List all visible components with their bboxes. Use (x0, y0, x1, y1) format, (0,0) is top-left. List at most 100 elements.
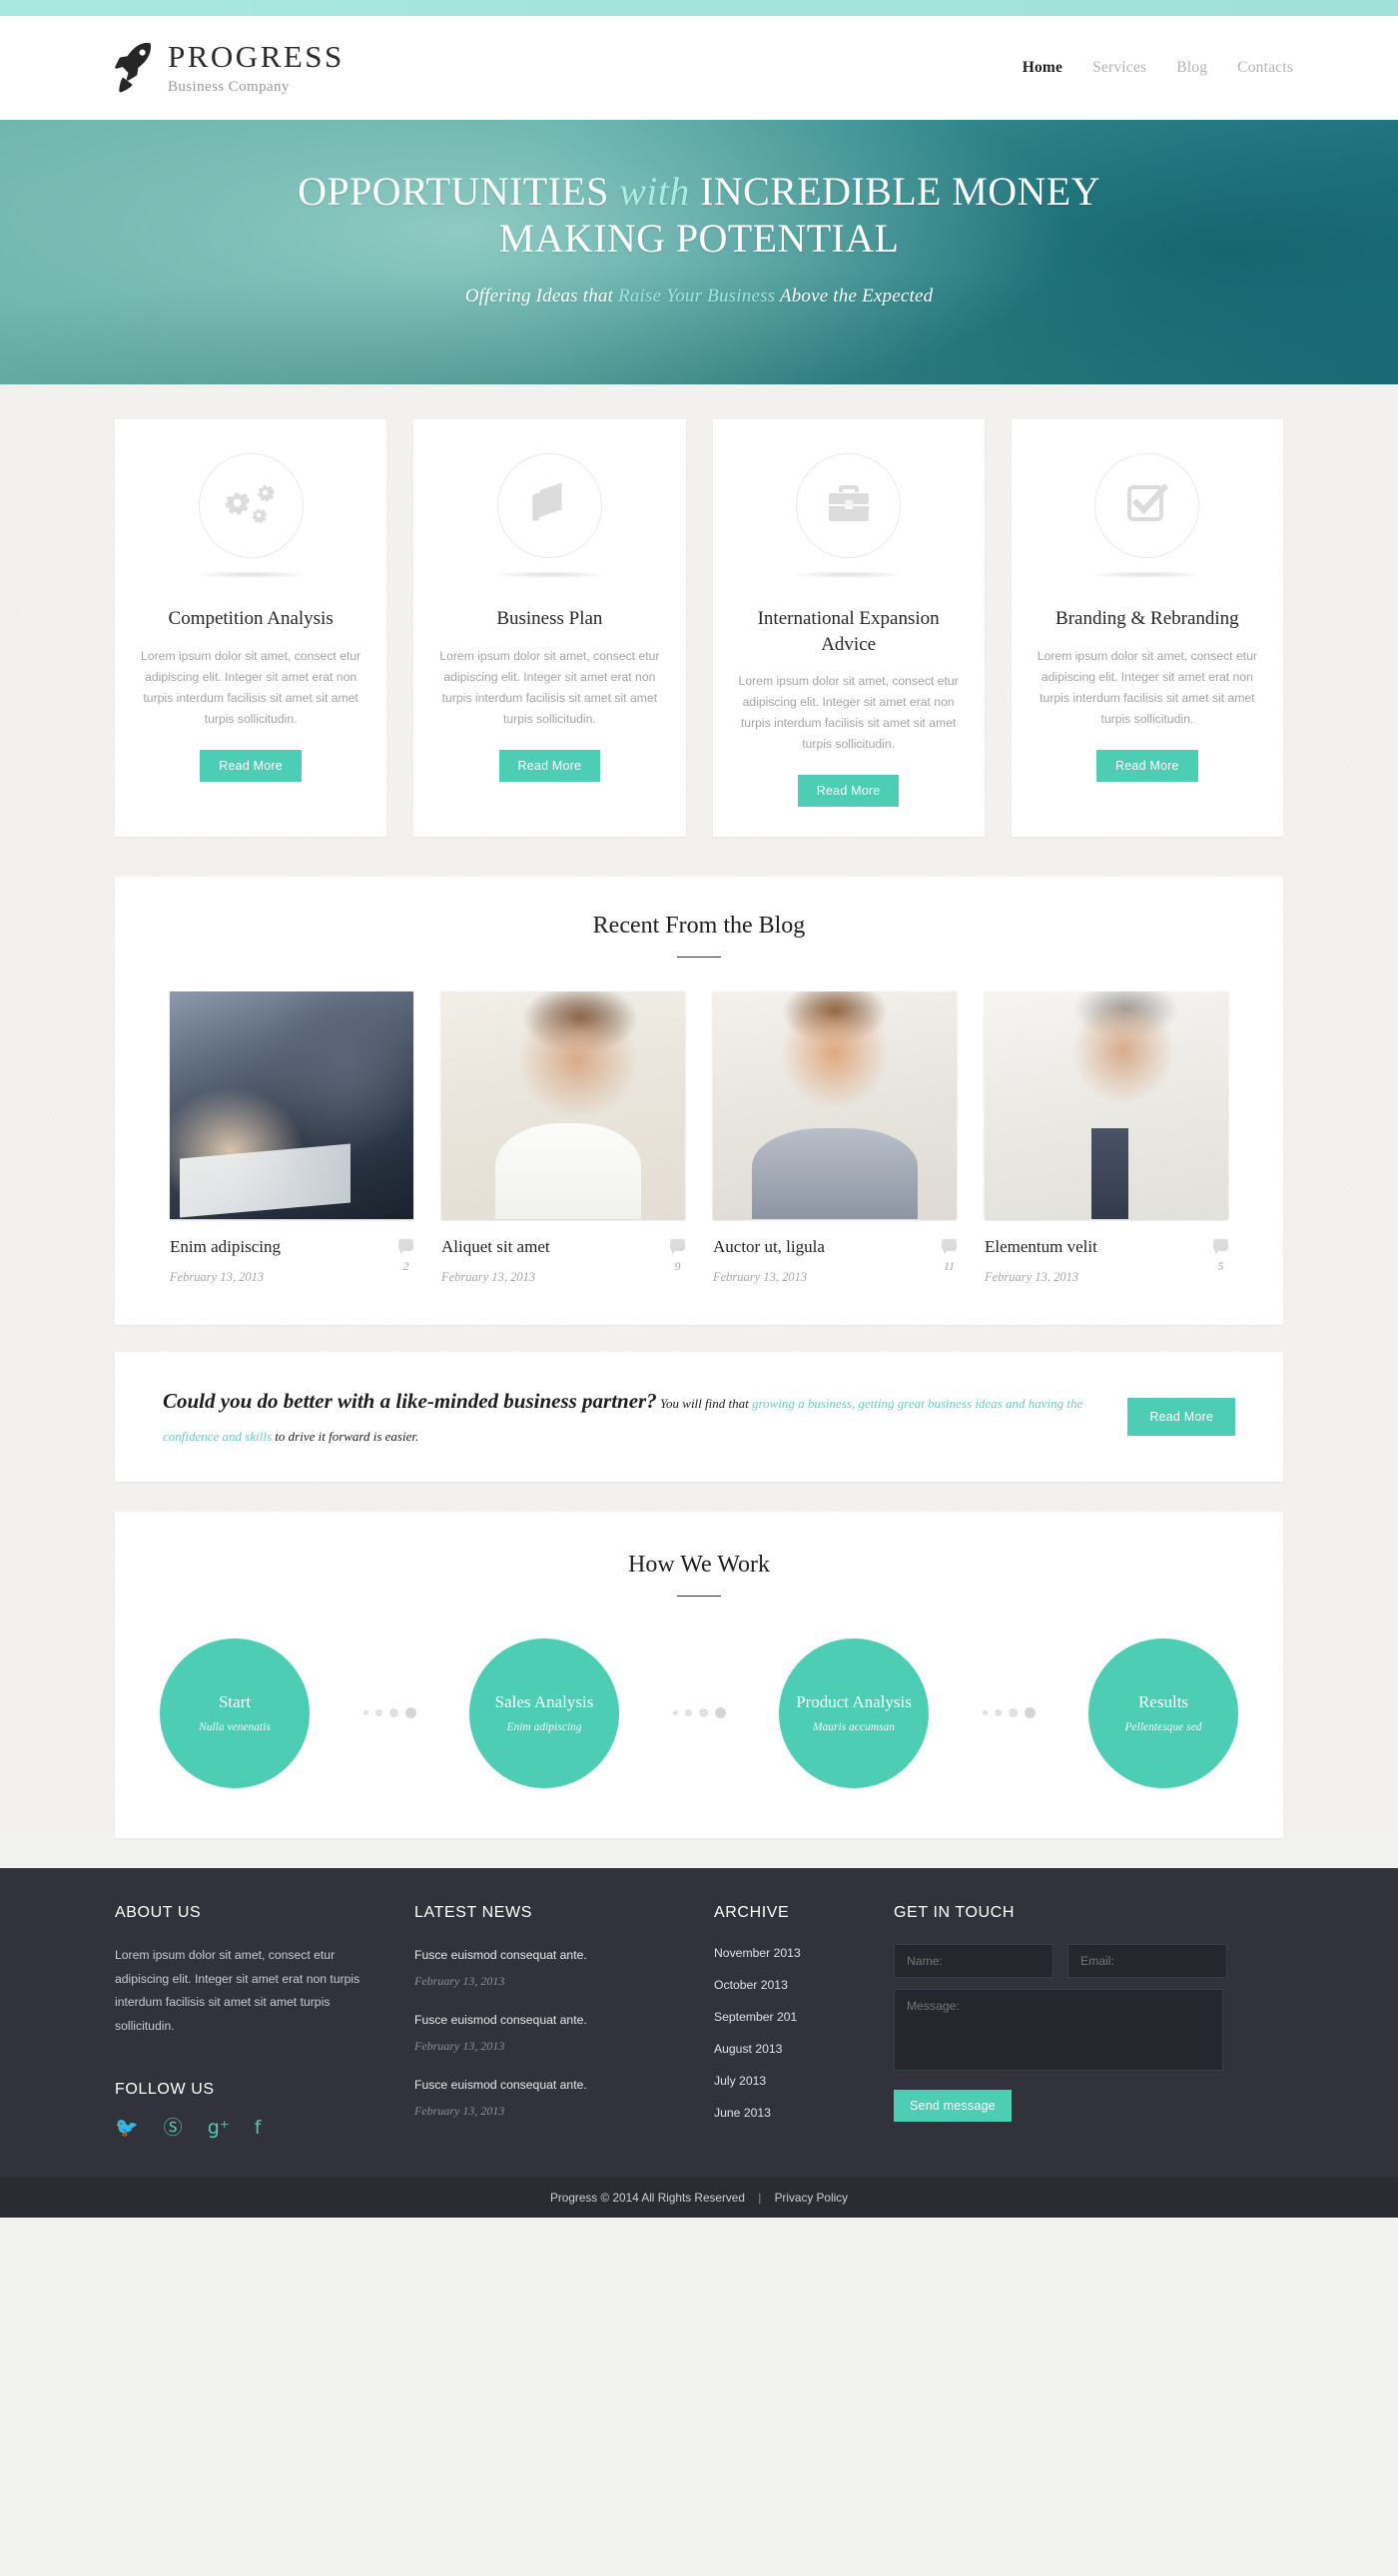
section-divider (677, 957, 721, 959)
archive-link-september-2013[interactable]: September 201 (714, 2010, 864, 2024)
step-name: Results (1137, 1691, 1189, 1711)
nav-item-blog[interactable]: Blog (1176, 59, 1207, 77)
footer-about-title: ABOUT US (115, 1903, 202, 1921)
comment-count: 11 (943, 1259, 956, 1274)
hero-sub-part1: Offering Ideas that (464, 286, 619, 308)
message-input[interactable] (894, 1988, 1223, 2071)
footer-news-item[interactable]: Fusce euismod consequat ante. February 1… (414, 2011, 684, 2054)
service-text: Lorem ipsum dolor sit amet, consect etur… (439, 648, 660, 726)
service-card[interactable]: Branding & Rebranding Lorem ipsum dolor … (1011, 419, 1283, 838)
footer-news-text: Fusce euismod consequat ante. (414, 2012, 587, 2027)
send-message-button[interactable]: Send message (894, 2089, 1012, 2122)
archive-link-august-2013[interactable]: August 2013 (714, 2042, 864, 2056)
footer-news-date: February 13, 2013 (414, 1973, 505, 1988)
copyright-separator: | (758, 2191, 762, 2206)
blog-post-card[interactable]: Elementum velit February 13, 2013 5 (985, 991, 1228, 1284)
privacy-policy-link[interactable]: Privacy Policy (775, 2191, 848, 2205)
workflow-step-results[interactable]: Results Pellentesque sed (1088, 1637, 1238, 1788)
blog-post-card[interactable]: Aliquet sit amet February 13, 2013 9 (441, 991, 685, 1284)
young-man-glasses-photo (441, 991, 685, 1220)
nav-item-services[interactable]: Services (1092, 59, 1146, 77)
blog-post-thumbnail[interactable] (713, 991, 957, 1220)
blog-post-date: February 13, 2013 (170, 1269, 265, 1284)
service-read-more-button[interactable]: Read More (498, 749, 601, 782)
service-icon-shadow (791, 571, 907, 578)
step-name: Start (218, 1691, 252, 1711)
archive-link-july-2013[interactable]: July 2013 (714, 2074, 864, 2088)
footer-about-text: Lorem ipsum dolor sit amet, consect etur… (115, 1947, 360, 2034)
services-section: Competition Analysis Lorem ipsum dolor s… (115, 384, 1283, 847)
footer-contact-column: GET IN TOUCH Send message (894, 1904, 1253, 2138)
service-icon-circle (198, 453, 304, 558)
blog-post-title[interactable]: Enim adipiscing (170, 1237, 281, 1257)
service-card[interactable]: Business Plan Lorem ipsum dolor sit amet… (413, 419, 686, 838)
footer-news-title: LATEST NEWS (414, 1903, 533, 1921)
service-icon-shadow (1089, 571, 1205, 578)
footer-follow-title: FOLLOW US (115, 2081, 215, 2099)
skype-icon[interactable]: Ⓢ (164, 2119, 183, 2138)
cta-end: to drive it forward is easier. (272, 1428, 419, 1444)
step-connector-dots (310, 1707, 469, 1719)
archive-link-november-2013[interactable]: November 2013 (714, 1946, 864, 1960)
service-card[interactable]: International Expansion Advice Lorem ips… (712, 419, 985, 838)
google-plus-icon[interactable]: g⁺ (208, 2119, 230, 2138)
twitter-icon[interactable]: 🐦 (115, 2119, 139, 2138)
service-read-more-button[interactable]: Read More (1096, 749, 1198, 782)
blog-post-thumbnail[interactable] (985, 991, 1228, 1220)
cta-text: Could you do better with a like-minded b… (163, 1382, 1097, 1452)
archive-link-october-2013[interactable]: October 2013 (714, 1978, 864, 1992)
service-read-more-button[interactable]: Read More (797, 775, 900, 808)
blog-section-title: Recent From the Blog (592, 913, 806, 940)
step-subtitle: Nulla venenatis (199, 1720, 271, 1733)
brand-logo[interactable]: PROGRESS Business Company (110, 40, 345, 96)
main-navigation: Home Services Blog Contacts (1023, 59, 1293, 77)
service-icon-circle (796, 453, 902, 558)
blog-post-thumbnail[interactable] (441, 991, 685, 1220)
service-card[interactable]: Competition Analysis Lorem ipsum dolor s… (115, 419, 387, 838)
step-subtitle: Mauris accumsan (812, 1720, 896, 1733)
step-connector-dots (619, 1707, 779, 1719)
workflow-step-product-analysis[interactable]: Product Analysis Mauris accumsan (779, 1637, 929, 1788)
comment-count: 2 (402, 1259, 409, 1274)
service-title: Branding & Rebranding (1055, 608, 1239, 629)
step-connector-dots (929, 1707, 1088, 1719)
blog-post-title[interactable]: Elementum velit (985, 1237, 1097, 1257)
hero-headline-part1: OPPORTUNITIES (298, 169, 620, 214)
blog-post-comments[interactable]: 2 (398, 1237, 413, 1274)
blog-post-date: February 13, 2013 (441, 1269, 536, 1284)
service-read-more-button[interactable]: Read More (200, 749, 302, 782)
blog-post-comments[interactable]: 9 (670, 1237, 685, 1274)
nav-item-contacts[interactable]: Contacts (1237, 59, 1293, 77)
cta-mid: You will find that (656, 1395, 752, 1411)
blog-post-title[interactable]: Auctor ut, ligula (713, 1237, 825, 1257)
footer-about-column: ABOUT US Lorem ipsum dolor sit amet, con… (115, 1904, 414, 2138)
site-footer: ABOUT US Lorem ipsum dolor sit amet, con… (0, 1867, 1398, 2179)
business-handshake-photo (170, 991, 413, 1220)
nav-item-home[interactable]: Home (1023, 59, 1062, 77)
archive-link-june-2013[interactable]: June 2013 (714, 2106, 864, 2120)
hero-sub-part2: Above the Expected (775, 286, 934, 308)
gears-icon (225, 479, 277, 532)
workflow-step-sales-analysis[interactable]: Sales Analysis Enim adipiscing (469, 1637, 619, 1788)
step-subtitle: Enim adipiscing (506, 1720, 582, 1733)
page-root: PROGRESS Business Company Home Services … (0, 0, 1398, 2219)
name-input[interactable] (894, 1943, 1053, 1978)
page-body: Competition Analysis Lorem ipsum dolor s… (0, 384, 1398, 1838)
hero-subheadline: Offering Ideas that Raise Your Business … (465, 286, 934, 308)
cta-read-more-button[interactable]: Read More (1127, 1397, 1235, 1436)
blog-post-card[interactable]: Enim adipiscing February 13, 2013 2 (170, 991, 413, 1284)
blog-post-title[interactable]: Aliquet sit amet (441, 1237, 550, 1257)
email-input[interactable] (1067, 1943, 1227, 1978)
footer-news-text: Fusce euismod consequat ante. (414, 2077, 587, 2092)
blog-post-thumbnail[interactable] (170, 991, 413, 1220)
footer-news-item[interactable]: Fusce euismod consequat ante. February 1… (414, 2076, 684, 2119)
footer-news-item[interactable]: Fusce euismod consequat ante. February 1… (414, 1946, 684, 1989)
workflow-step-start[interactable]: Start Nulla venenatis (160, 1637, 310, 1788)
hero-banner: OPPORTUNITIES with INCREDIBLE MONEY MAKI… (0, 120, 1398, 384)
blog-post-comments[interactable]: 11 (942, 1237, 957, 1274)
blog-post-card[interactable]: Auctor ut, ligula February 13, 2013 11 (713, 991, 957, 1284)
blog-post-comments[interactable]: 5 (1213, 1237, 1228, 1274)
comment-count: 5 (1217, 1259, 1224, 1274)
facebook-icon[interactable]: f (255, 2119, 262, 2138)
service-title: International Expansion Advice (757, 608, 940, 655)
